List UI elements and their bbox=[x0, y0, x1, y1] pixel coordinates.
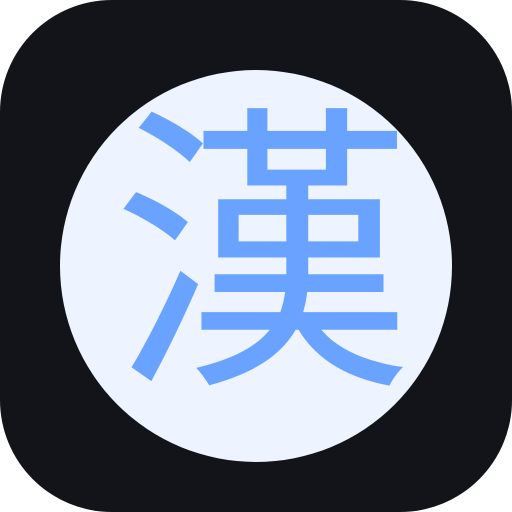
glyph-badge: 漢 bbox=[60, 70, 452, 462]
kanji-glyph: 漢 bbox=[112, 83, 412, 432]
app-icon[interactable]: 漢 bbox=[0, 0, 512, 512]
